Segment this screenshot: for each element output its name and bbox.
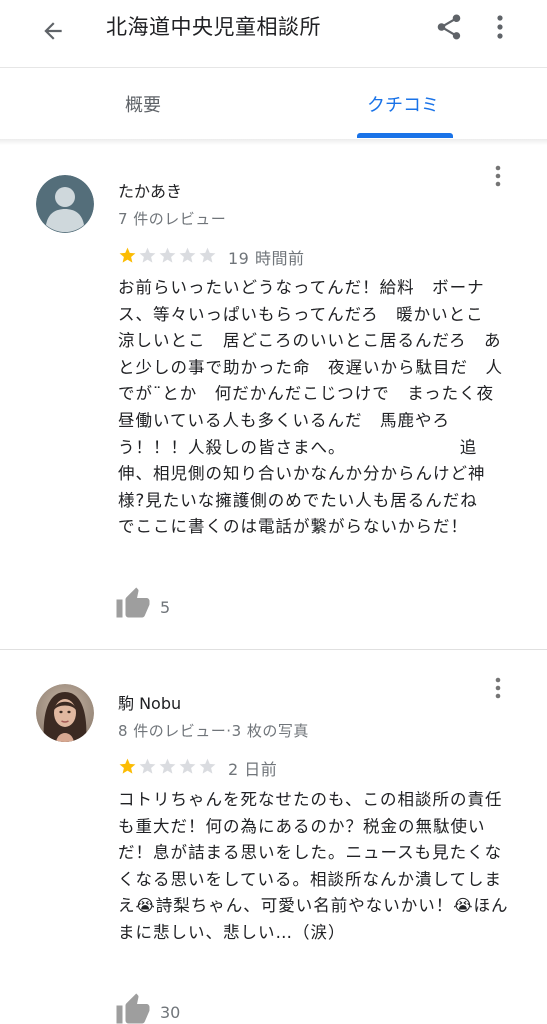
share-icon	[437, 14, 461, 40]
avatar[interactable]	[36, 684, 94, 742]
more-vert-icon	[495, 677, 501, 699]
review-card: 駒 Nobu 8 件のレビュー·3 枚の写真 2 日前 コトリちゃんを死なせたの…	[0, 651, 547, 1024]
star-icon	[199, 247, 216, 263]
star-icon	[119, 247, 136, 263]
more-vert-icon	[497, 15, 503, 39]
page-title: 北海道中央児童相談所	[106, 15, 321, 39]
like-count: 5	[160, 598, 171, 617]
star-rating	[118, 757, 217, 776]
review-more-button[interactable]	[486, 161, 510, 191]
avatar[interactable]	[36, 175, 94, 233]
thumb-up-icon	[116, 587, 150, 618]
star-icon	[179, 247, 196, 263]
review-text: コトリちゃんを死なせたのも、この相談所の責任も重大だ！何の為にあるのか？税金の無…	[118, 790, 509, 942]
more-vert-icon	[495, 165, 501, 187]
star-icon	[159, 758, 176, 774]
review-author[interactable]: たかあき	[118, 178, 182, 202]
star-icon	[179, 758, 196, 774]
app-bar: 北海道中央児童相談所	[0, 0, 547, 68]
tab-selected-indicator	[357, 133, 453, 138]
like-button[interactable]	[114, 585, 152, 623]
tab-bar: 概要 クチコミ	[0, 69, 547, 139]
tab-reviews[interactable]: クチコミ	[330, 69, 476, 139]
star-icon	[199, 758, 216, 774]
more-options-button[interactable]	[486, 10, 514, 44]
review-more-button[interactable]	[486, 673, 510, 703]
star-icon	[139, 758, 156, 774]
review-time: 2 日前	[228, 760, 278, 779]
review-time: 19 時間前	[228, 249, 305, 268]
profile-photo	[36, 684, 94, 742]
thumb-up-icon	[116, 993, 150, 1024]
tab-overview[interactable]: 概要	[70, 69, 216, 139]
arrow-back-icon	[44, 22, 62, 40]
like-count: 30	[160, 1003, 181, 1022]
star-icon	[139, 247, 156, 263]
star-rating	[118, 246, 217, 265]
like-button[interactable]	[114, 991, 152, 1024]
star-icon	[159, 247, 176, 263]
review-author[interactable]: 駒 Nobu	[118, 690, 181, 714]
review-card: たかあき 7 件のレビュー 19 時間前 お前らいったいどうなってんだ！給料 ボ…	[0, 145, 547, 650]
share-button[interactable]	[432, 10, 466, 44]
star-icon	[119, 758, 136, 774]
back-button[interactable]	[36, 14, 70, 48]
review-author-meta: 8 件のレビュー·3 枚の写真	[118, 722, 309, 740]
default-person-icon	[36, 175, 94, 233]
review-text: お前らいったいどうなってんだ！給料 ボーナス、等々いっぱいもらってんだろ 暖かい…	[118, 278, 503, 537]
review-author-meta: 7 件のレビュー	[118, 210, 227, 228]
